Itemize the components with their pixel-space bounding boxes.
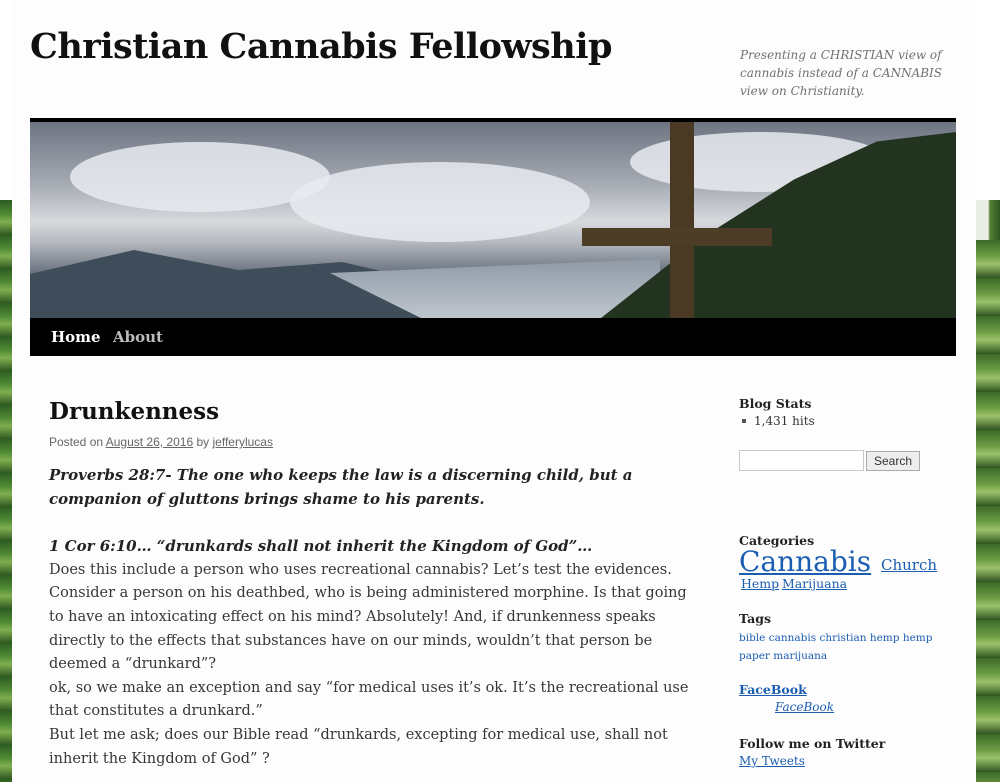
blog-stats-hits: 1,431 hits: [739, 414, 815, 428]
widget-title-blog-stats: Blog Stats: [739, 396, 812, 411]
page-container: Christian Cannabis Fellowship Presenting…: [12, 0, 976, 782]
site-description: Presenting a CHRISTIAN view of cannabis …: [740, 48, 943, 98]
nav-item-home[interactable]: Home: [51, 328, 101, 346]
category-church[interactable]: Church: [881, 556, 937, 574]
category-cannabis[interactable]: Cannabis: [739, 545, 871, 578]
post-meta: Posted on August 26, 2016 by jefferyluca…: [49, 435, 273, 449]
verse-proverbs: Proverbs 28:7- The one who keeps the law…: [49, 466, 633, 508]
bullet-icon: [742, 419, 746, 423]
by-label: by: [196, 435, 210, 449]
author-link[interactable]: jefferylucas: [213, 435, 273, 449]
tag-hemp[interactable]: hemp: [870, 632, 900, 644]
paragraph-text: Does this include a person who uses recr…: [49, 561, 687, 673]
paragraph-text: But let me ask; does our Bible read “dru…: [49, 726, 668, 767]
main-navigation: Home About: [30, 318, 956, 356]
banner-cloud: [290, 162, 590, 242]
header-banner-image: [30, 118, 956, 322]
background-foliage-right: [976, 240, 1000, 782]
facebook-link[interactable]: FaceBook: [775, 700, 834, 714]
category-marijuana[interactable]: Marijuana: [782, 576, 847, 591]
hits-count: 1,431 hits: [754, 414, 815, 428]
tag-cannabis[interactable]: cannabis: [769, 632, 816, 644]
tag-marijuana[interactable]: marijuana: [773, 650, 827, 662]
verse-corinthians: 1 Cor 6:10… “drunkards shall not inherit…: [49, 537, 593, 556]
category-hemp[interactable]: Hemp: [741, 576, 779, 591]
cross-icon: [670, 122, 694, 322]
nav-item-about[interactable]: About: [113, 328, 163, 346]
tag-cloud: bible cannabis christian hemp hemp paper…: [739, 629, 959, 665]
posted-on-label: Posted on: [49, 435, 104, 449]
post-title[interactable]: Drunkenness: [49, 398, 219, 425]
site-title[interactable]: Christian Cannabis Fellowship: [30, 26, 612, 67]
widget-title-twitter: Follow me on Twitter: [739, 736, 886, 751]
paragraph-text: ok, so we make an exception and say “for…: [49, 679, 689, 720]
post-date-link[interactable]: August 26, 2016: [106, 435, 193, 449]
post-content: Proverbs 28:7- The one who keeps the law…: [49, 464, 689, 771]
background-foliage-left: [0, 200, 12, 782]
tag-bible[interactable]: bible: [739, 632, 765, 644]
tag-christian[interactable]: christian: [819, 632, 866, 644]
twitter-link[interactable]: My Tweets: [739, 754, 805, 768]
cross-beam: [582, 228, 772, 246]
facebook-widget-title[interactable]: FaceBook: [739, 682, 807, 697]
search-button[interactable]: Search: [866, 451, 920, 471]
search-input[interactable]: [739, 450, 864, 471]
widget-title-tags: Tags: [739, 611, 771, 626]
